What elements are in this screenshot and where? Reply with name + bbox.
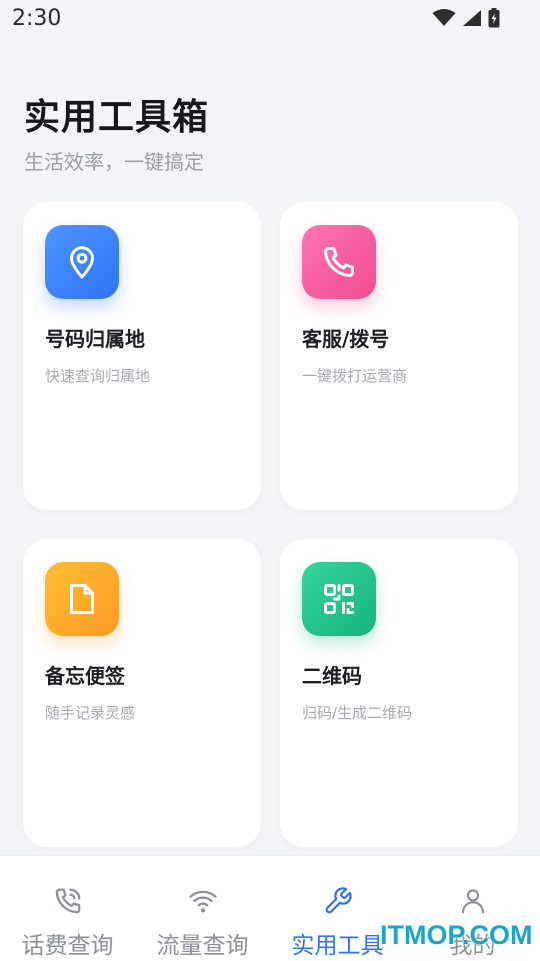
card-desc: 一键拨打运营商 <box>302 367 408 385</box>
nav-label: 话费查询 <box>21 933 114 959</box>
cellular-signal-icon <box>463 10 481 26</box>
card-title: 备忘便签 <box>45 664 125 688</box>
card-number-location[interactable]: 号码归属地 快速查询归属地 <box>23 202 261 510</box>
user-icon <box>461 889 484 914</box>
qr-code-icon <box>302 562 376 636</box>
card-qr-code[interactable]: 二维码 归码/生成二维码 <box>280 539 518 847</box>
page-title: 实用工具箱 <box>24 97 210 138</box>
nav-item-bill-query[interactable]: 话费查询 <box>0 856 135 961</box>
card-desc: 随手记录灵感 <box>45 704 136 722</box>
nav-label: 流量查询 <box>156 933 249 959</box>
card-title: 号码归属地 <box>45 327 145 351</box>
location-pin-icon <box>45 225 119 299</box>
wifi-icon <box>188 890 217 913</box>
status-bar: 2:30 <box>0 0 540 38</box>
battery-icon <box>488 8 500 28</box>
card-desc: 归码/生成二维码 <box>302 704 413 722</box>
card-memo-notes[interactable]: 备忘便签 随手记录灵感 <box>23 539 261 847</box>
watermark: ITMOP.COM <box>380 920 533 950</box>
phone-icon <box>302 225 376 299</box>
card-customer-service[interactable]: 客服/拨号 一键拨打运营商 <box>280 202 518 510</box>
wifi-signal-icon <box>432 9 456 26</box>
phone-call-icon <box>55 888 80 914</box>
page-subtitle: 生活效率，一键搞定 <box>24 150 204 174</box>
card-title: 二维码 <box>302 664 362 688</box>
nav-item-data-query[interactable]: 流量查询 <box>135 856 270 961</box>
status-icons <box>432 8 500 28</box>
wrench-icon <box>325 887 352 914</box>
card-title: 客服/拨号 <box>302 327 390 351</box>
note-icon <box>45 562 119 636</box>
card-desc: 快速查询归属地 <box>45 367 151 385</box>
status-time: 2:30 <box>12 6 62 31</box>
